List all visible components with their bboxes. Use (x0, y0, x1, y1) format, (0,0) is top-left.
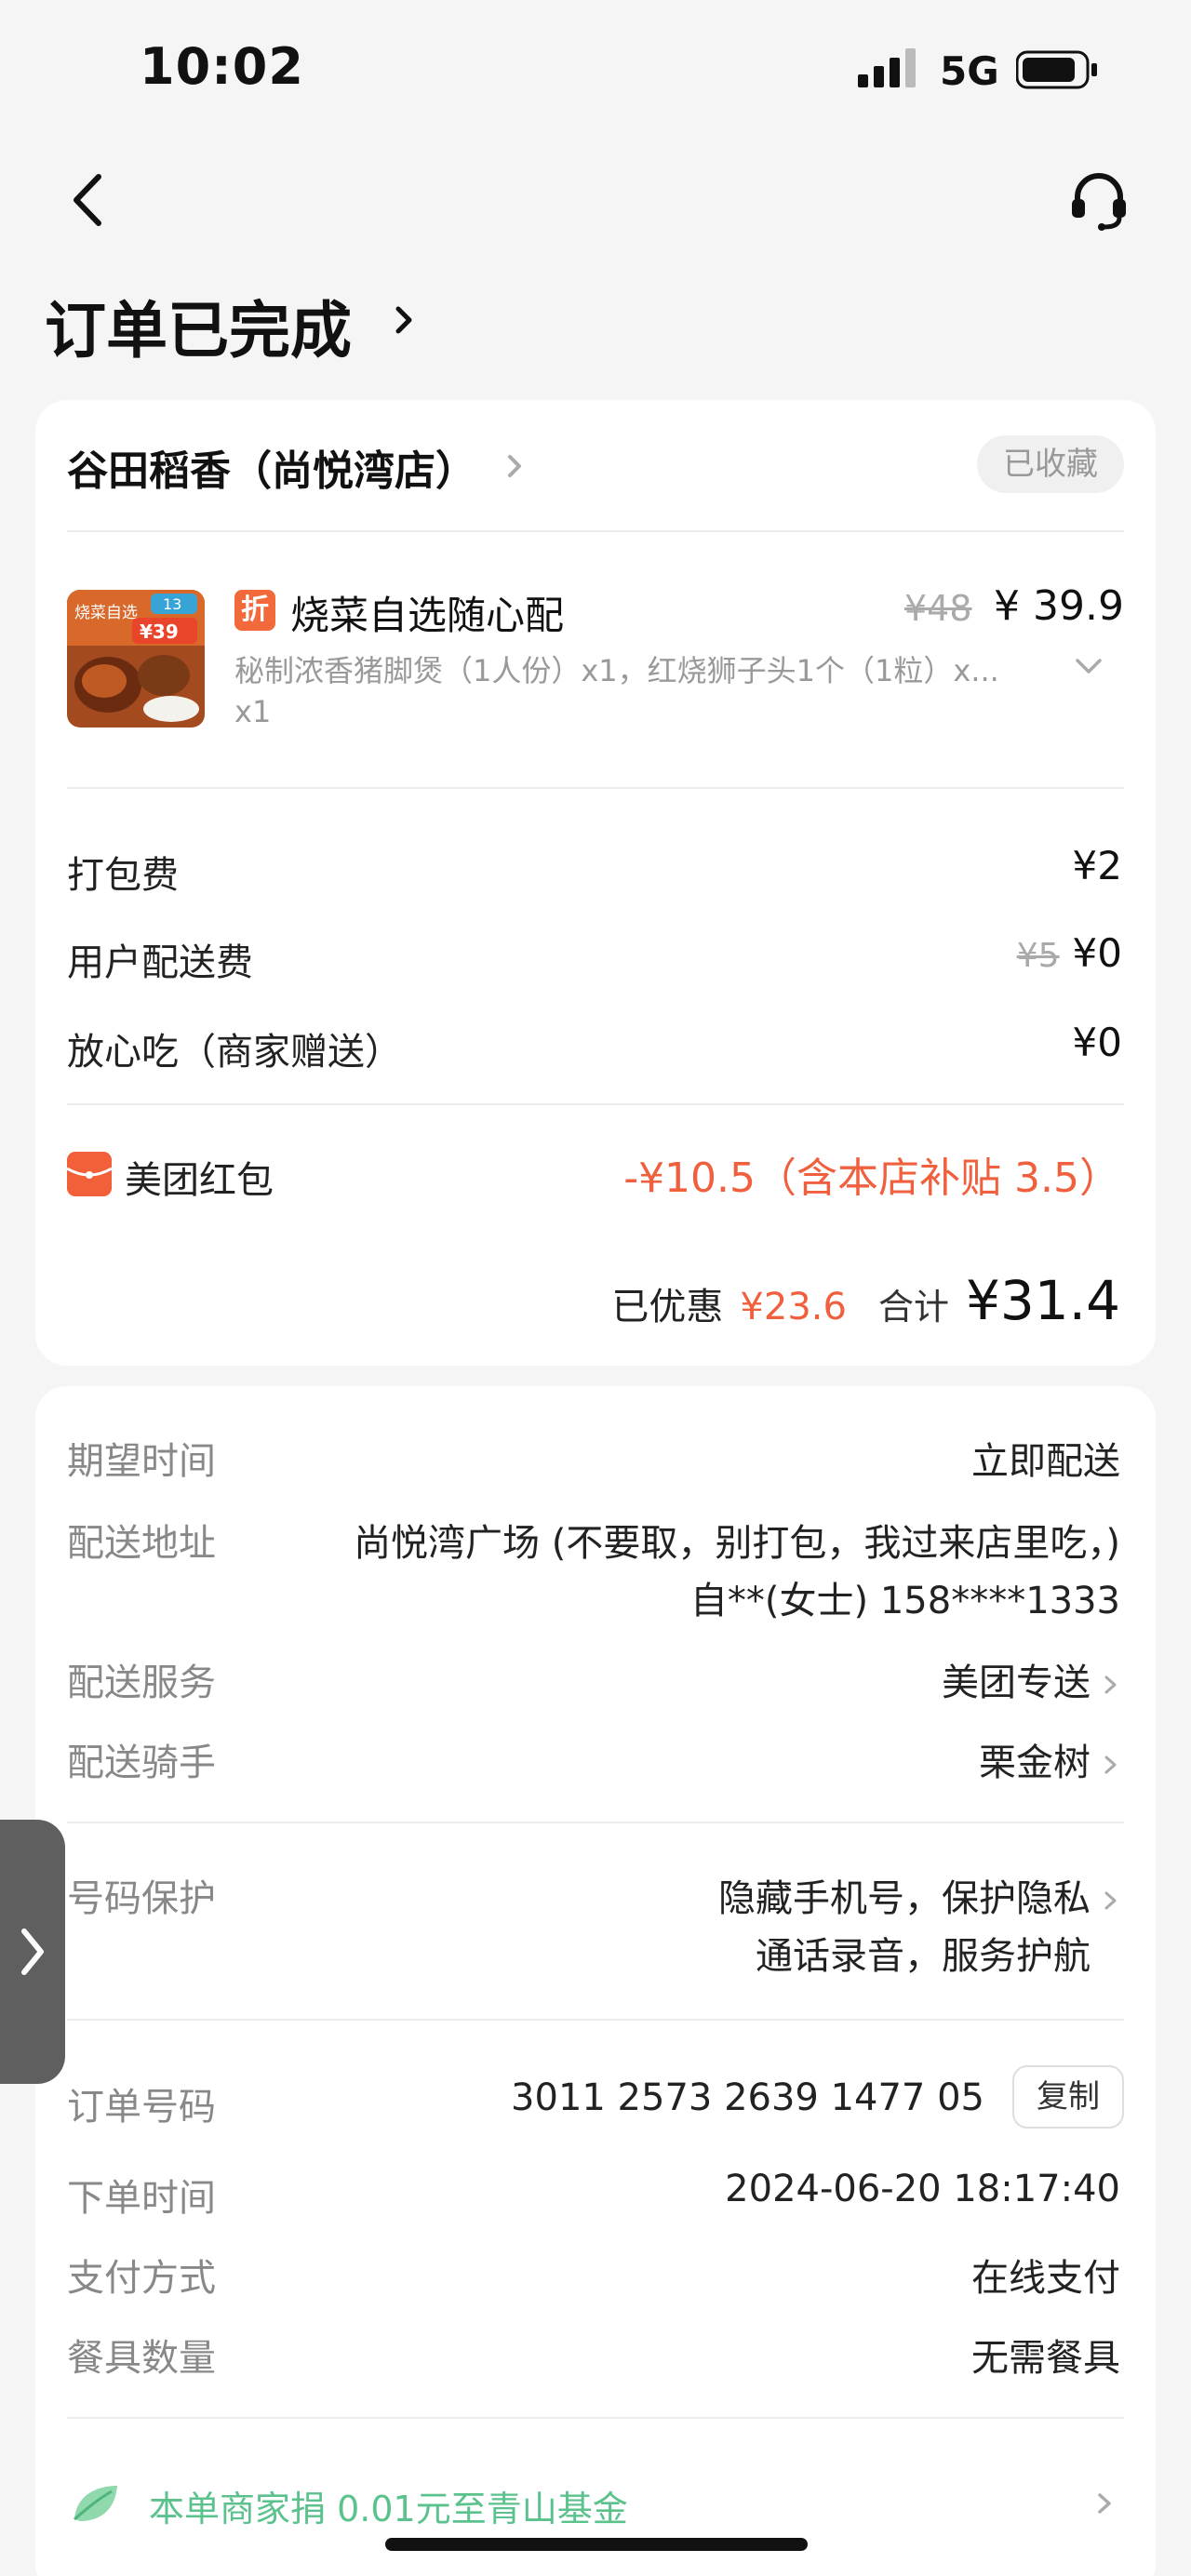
saved-label: 已优惠 (611, 1286, 724, 1328)
home-indicator[interactable] (385, 2538, 808, 2551)
chevron-right-icon[interactable] (502, 447, 527, 486)
payment-value: 在线支付 (971, 2257, 1120, 2300)
utensils-value: 无需餐具 (971, 2337, 1120, 2380)
status-time: 10:02 (140, 37, 304, 96)
fee-value: ¥0 (1073, 1020, 1122, 1065)
fee-value: ¥5 ¥0 (1017, 930, 1122, 976)
total-label: 合计 (877, 1287, 949, 1328)
fee-amount: ¥2 (1072, 843, 1122, 888)
address-label: 配送地址 (67, 1522, 216, 1565)
fee-label: 打包费 (67, 854, 179, 897)
fee-label: 放心吃（商家赠送） (67, 1031, 402, 1074)
side-drawer-tab[interactable] (0, 1820, 65, 2084)
battery-icon (1016, 50, 1097, 89)
favorite-badge[interactable]: 已收藏 (977, 435, 1124, 493)
chevron-right-icon[interactable] (17, 1924, 48, 1980)
network-type: 5G (940, 48, 999, 94)
service-row[interactable]: 美团专送 (942, 1652, 1120, 1706)
address-line1: 尚悦湾广场 (不要取，别打包，我过来店里吃，) (354, 1522, 1120, 1565)
dish-detail: 秘制浓香猪脚煲（1人份）x1，红烧狮子头1个（1粒）x... (234, 653, 999, 688)
saved-value: ¥23.6 (740, 1286, 847, 1328)
service-value[interactable]: 美团专送 (942, 1662, 1091, 1704)
dish-image[interactable]: 烧菜自选 13 ¥39 (67, 590, 205, 727)
fee-original: ¥5 (1016, 937, 1060, 975)
address-line2: 自**(女士) 158****1333 (689, 1580, 1120, 1622)
order-number-value: 3011 2573 2639 1477 05 (511, 2076, 984, 2119)
divider (67, 530, 1124, 532)
dish-quantity: x1 (234, 694, 272, 729)
chevron-right-icon[interactable] (1102, 1887, 1120, 1915)
payment-label: 支付方式 (67, 2257, 216, 2300)
dish-price: ¥ 39.9 (994, 582, 1124, 630)
fee-amount: ¥0 (1072, 930, 1122, 976)
image-price: ¥39 (140, 621, 179, 643)
rider-value[interactable]: 栗金树 (979, 1742, 1091, 1784)
expected-time-value: 立即配送 (971, 1440, 1120, 1483)
rider-label: 配送骑手 (67, 1742, 216, 1784)
divider (67, 787, 1124, 789)
privacy-label: 号码保护 (67, 1877, 216, 1920)
divider (67, 2417, 1124, 2419)
divider (67, 2019, 1124, 2021)
order-time-value: 2024-06-20 18:17:40 (725, 2168, 1120, 2210)
privacy-line2: 通话录音，服务护航 (756, 1935, 1091, 1978)
customer-service-icon[interactable] (1068, 171, 1130, 233)
shop-name[interactable]: 谷田稻香（尚悦湾店） (67, 437, 476, 497)
order-time-label: 下单时间 (67, 2177, 216, 2220)
order-items-card (35, 400, 1156, 1366)
red-packet-icon (67, 1152, 112, 1196)
signal-icon (858, 48, 916, 87)
red-packet-label: 美团红包 (125, 1159, 274, 1202)
chevron-right-icon[interactable] (1102, 1671, 1120, 1699)
leaf-icon (74, 2486, 117, 2521)
privacy-line1[interactable]: 隐藏手机号，保护隐私 (718, 1877, 1091, 1920)
privacy-row[interactable]: 隐藏手机号，保护隐私 (718, 1868, 1120, 1922)
total-value: ¥31.4 (965, 1269, 1120, 1332)
copy-button[interactable]: 复制 (1012, 2065, 1124, 2129)
fee-value: ¥2 (1073, 843, 1122, 888)
chevron-right-icon[interactable] (1102, 1751, 1120, 1779)
order-summary: 已优惠 ¥23.6 合计 ¥31.4 (611, 1269, 1120, 1332)
discount-tag: 折 (234, 590, 275, 631)
rider-row[interactable]: 栗金树 (979, 1732, 1120, 1786)
back-arrow-icon[interactable] (65, 167, 112, 233)
red-packet-value: -¥10.5（含本店补贴 3.5） (623, 1155, 1120, 1202)
expected-time-label: 期望时间 (67, 1440, 216, 1483)
original-price: ¥48 (904, 588, 972, 629)
fee-amount: ¥0 (1072, 1020, 1122, 1065)
page-title[interactable]: 订单已完成 (45, 281, 352, 370)
divider (67, 1103, 1124, 1105)
image-badge: 13 (163, 595, 181, 613)
chevron-right-icon[interactable] (389, 294, 419, 346)
donation-text[interactable]: 本单商家捐 0.01元至青山基金 (149, 2480, 628, 2531)
divider (67, 1822, 1124, 1823)
image-caption: 烧菜自选 (74, 604, 138, 622)
order-number-label: 订单号码 (67, 2086, 216, 2129)
service-label: 配送服务 (67, 1662, 216, 1704)
dish-name[interactable]: 烧菜自选随心配 (290, 584, 564, 641)
fee-label: 用户配送费 (67, 941, 253, 984)
utensils-label: 餐具数量 (67, 2337, 216, 2380)
chevron-right-icon[interactable] (1094, 2488, 1115, 2519)
chevron-down-icon[interactable] (1072, 655, 1105, 677)
